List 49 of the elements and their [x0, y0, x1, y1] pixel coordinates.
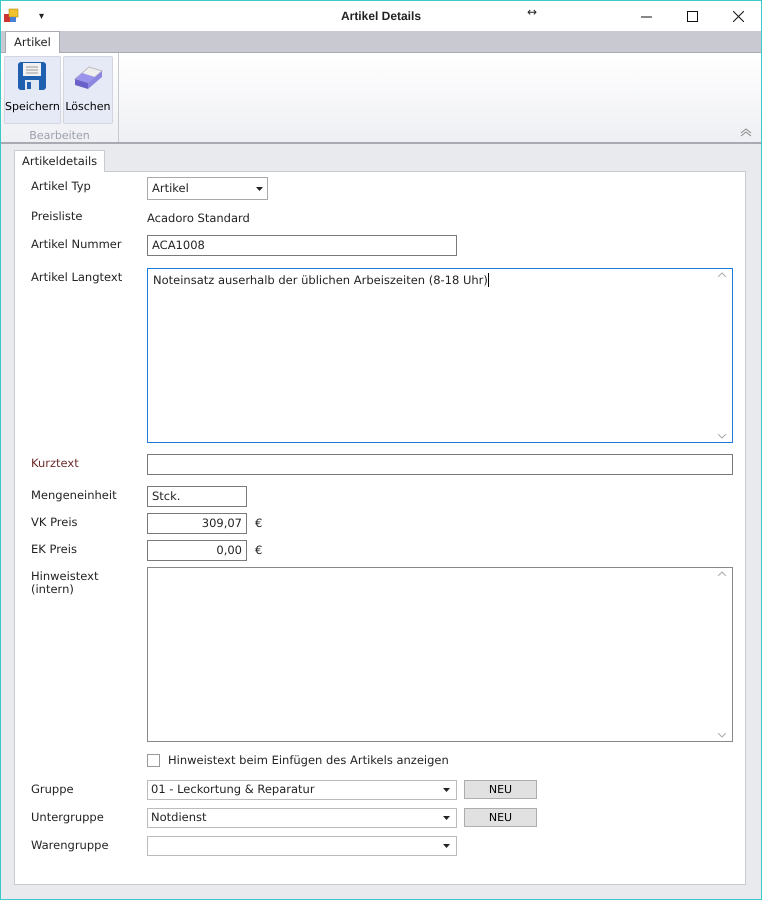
scroll-up-icon[interactable]	[718, 570, 726, 576]
scroll-down-icon[interactable]	[718, 434, 726, 438]
type-dropdown[interactable]: Artikel	[147, 177, 268, 200]
field-label: Kurztext	[31, 454, 80, 470]
scroll-down-icon[interactable]	[718, 732, 726, 738]
group-dropdown[interactable]	[147, 836, 457, 856]
field-label: Mengeneinheit	[31, 486, 118, 502]
currency-label: €	[255, 542, 262, 558]
text-field[interactable]: Stck.	[147, 486, 247, 506]
currency-label: €	[255, 514, 262, 532]
new-button[interactable]: NEU	[464, 780, 537, 800]
field-label: Hinweistext (intern)	[31, 568, 100, 596]
close-icon	[732, 10, 744, 22]
caret-icon	[443, 844, 450, 848]
scroll-up-icon[interactable]	[718, 272, 726, 276]
window-title: Artikel Details	[340, 8, 422, 25]
group-dropdown[interactable]: 01 - Leckortung & Reparatur	[147, 780, 457, 800]
app-icon[interactable]	[3, 8, 19, 24]
resize-icon: ↔	[526, 3, 537, 21]
field-label: VK Preis	[31, 514, 79, 528]
field-label: Gruppe	[31, 783, 75, 796]
field-value: Acadoro Standard	[147, 210, 250, 228]
field-label: Artikel Nummer	[31, 236, 123, 250]
field-label: Untergruppe	[31, 811, 105, 824]
field-label: EK Preis	[31, 540, 78, 556]
caret-icon	[256, 186, 263, 191]
field-label: Artikel Typ	[31, 178, 92, 194]
field-label: Preisliste	[31, 208, 84, 224]
form-tab[interactable]: Artikeldetails	[14, 150, 106, 172]
group-label: Bearbeiten	[28, 128, 91, 144]
caret-icon	[443, 816, 450, 820]
maximize-icon	[686, 10, 698, 22]
delete-button[interactable]: Löschen	[62, 56, 113, 124]
new-button[interactable]: NEU	[464, 808, 537, 828]
checkbox[interactable]	[147, 754, 160, 767]
checkbox-label: Hinweistext beim Einfügen des Artikels anzeigen	[168, 752, 449, 768]
group-dropdown[interactable]: Notdienst	[147, 808, 457, 828]
field-label: Artikel Langtext	[31, 268, 124, 284]
price-field[interactable]: 0,00	[147, 540, 247, 560]
price-field[interactable]: 309,07	[147, 512, 247, 534]
text-field[interactable]: ACA1008	[147, 234, 457, 256]
collapse-ribbon-icon[interactable]	[740, 128, 752, 137]
text-field[interactable]	[147, 454, 733, 474]
field-label: Warengruppe	[31, 839, 110, 852]
save-button[interactable]: Speichern	[4, 56, 61, 124]
ribbon-tab[interactable]: Artikel	[5, 30, 60, 53]
caret-icon	[443, 788, 450, 792]
quick-access-menu[interactable]: ▾	[39, 8, 44, 24]
text-area[interactable]: Noteinsatz auserhalb der üblichen Arbeiszeiten (8-18 Uhr)	[147, 268, 733, 442]
